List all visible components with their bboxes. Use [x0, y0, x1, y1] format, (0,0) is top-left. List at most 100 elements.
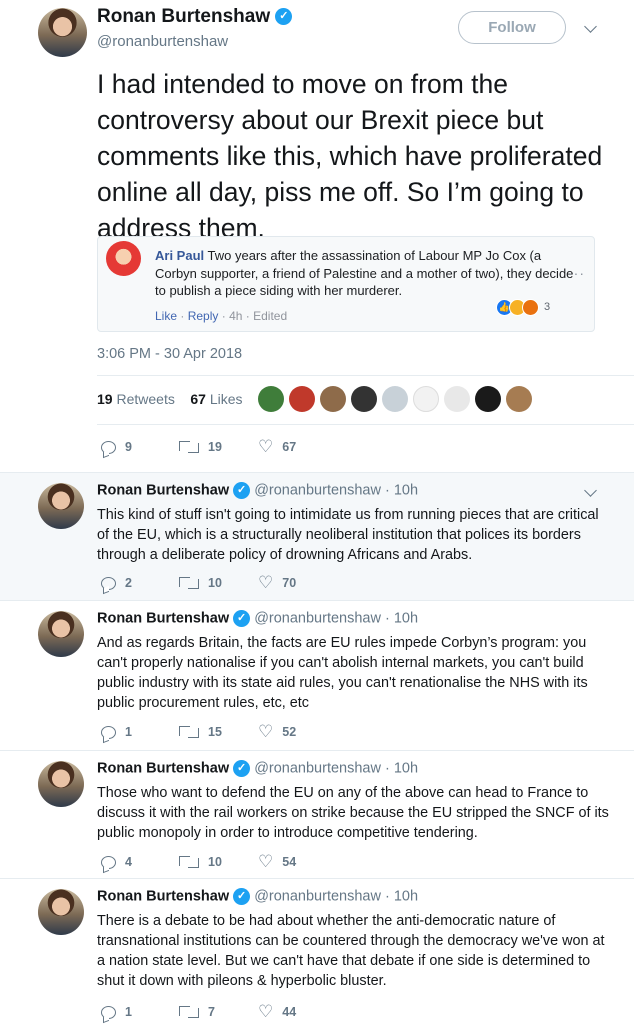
quoted-time: 4h — [229, 309, 243, 323]
reply-button[interactable]: 9 — [101, 440, 132, 454]
retweet-icon — [179, 856, 199, 868]
reply-header: Ronan Burtenshaw ✓ @ronanburtenshaw · 10… — [97, 482, 418, 499]
like-link[interactable]: Like — [155, 309, 177, 323]
liker-avatar[interactable] — [475, 386, 501, 412]
reply-button[interactable]: 2 — [101, 576, 132, 590]
reply-tweet[interactable]: Ronan Burtenshaw ✓ @ronanburtenshaw · 10… — [0, 878, 634, 1031]
verified-icon: ✓ — [275, 8, 293, 26]
reply-time[interactable]: · 10h — [385, 760, 418, 776]
author-handle[interactable]: @ronanburtenshaw — [254, 888, 381, 904]
reply-text: And as regards Britain, the facts are EU… — [97, 635, 588, 711]
avatar[interactable] — [38, 483, 84, 529]
liker-avatar[interactable] — [289, 386, 315, 412]
reply-time[interactable]: · 10h — [385, 888, 418, 904]
heart-icon: ♡ — [258, 573, 274, 592]
chevron-down-icon[interactable] — [584, 20, 597, 33]
author-handle[interactable]: @ronanburtenshaw — [97, 33, 228, 50]
reply-tweet[interactable]: Ronan Burtenshaw ✓ @ronanburtenshaw · 10… — [0, 600, 634, 750]
like-button[interactable]: ♡ 54 — [258, 852, 296, 871]
heart-icon: ♡ — [258, 1002, 274, 1021]
follow-button[interactable]: Follow — [458, 11, 566, 44]
quoted-author[interactable]: Ari Paul — [155, 248, 204, 263]
retweets-stat[interactable]: 19 Retweets — [97, 391, 175, 407]
chevron-down-icon[interactable] — [584, 484, 597, 497]
more-options-icon[interactable]: ··· — [568, 265, 585, 281]
like-button[interactable]: ♡ 52 — [258, 722, 296, 741]
reply-button[interactable]: 1 — [101, 725, 132, 739]
quoted-comment[interactable]: Ari Paul Two years after the assassinati… — [97, 236, 595, 332]
reaction-count: 3 — [544, 301, 551, 313]
heart-icon: ♡ — [258, 437, 274, 456]
reply-tweet[interactable]: Ronan Burtenshaw ✓ @ronanburtenshaw · 10… — [0, 472, 634, 600]
divider — [97, 375, 634, 376]
retweet-icon — [179, 441, 199, 453]
quoted-meta: Like · Reply · 4h · Edited — [155, 309, 288, 323]
verified-icon: ✓ — [233, 760, 251, 777]
author-name[interactable]: Ronan Burtenshaw — [97, 482, 229, 498]
reply-button[interactable]: 1 — [101, 1005, 132, 1019]
avatar[interactable] — [38, 761, 84, 807]
retweet-button[interactable]: 15 — [179, 725, 222, 739]
retweet-icon — [179, 1006, 199, 1018]
like-button[interactable]: ♡ 67 — [258, 437, 296, 456]
retweet-button[interactable]: 10 — [179, 576, 222, 590]
retweet-icon — [179, 726, 199, 738]
reply-time[interactable]: · 10h — [385, 610, 418, 626]
avatar[interactable] — [38, 8, 87, 57]
tweet-actions: 9 19 ♡ 67 — [101, 437, 401, 460]
reply-text: This kind of stuff isn't going to intimi… — [97, 507, 599, 563]
liker-avatar[interactable] — [382, 386, 408, 412]
author-name[interactable]: Ronan Burtenshaw — [97, 760, 229, 776]
author-name[interactable]: Ronan Burtenshaw — [97, 610, 229, 626]
tweet-actions: 1 7 ♡ 44 — [101, 1002, 401, 1025]
tweet-actions: 4 10 ♡ 54 — [101, 852, 401, 875]
liker-avatar[interactable] — [444, 386, 470, 412]
reply-text: Those who want to defend the EU on any o… — [97, 785, 609, 841]
author-name[interactable]: Ronan Burtenshaw ✓ — [97, 6, 293, 28]
author-handle[interactable]: @ronanburtenshaw — [254, 610, 381, 626]
tweet-actions: 1 15 ♡ 52 — [101, 722, 401, 745]
reply-icon — [101, 855, 116, 869]
reply-icon — [101, 440, 116, 454]
author-name[interactable]: Ronan Burtenshaw — [97, 888, 229, 904]
heart-icon: ♡ — [258, 852, 274, 871]
reply-button[interactable]: 4 — [101, 855, 132, 869]
avatar[interactable] — [106, 241, 141, 276]
liker-avatar[interactable] — [351, 386, 377, 412]
reply-header: Ronan Burtenshaw ✓ @ronanburtenshaw · 10… — [97, 888, 418, 905]
likes-stat[interactable]: 67 Likes — [190, 391, 242, 407]
reply-icon — [101, 576, 116, 590]
liker-avatar[interactable] — [258, 386, 284, 412]
verified-icon: ✓ — [233, 482, 251, 499]
author-handle[interactable]: @ronanburtenshaw — [254, 760, 381, 776]
reply-link[interactable]: Reply — [188, 309, 219, 323]
retweet-button[interactable]: 19 — [179, 440, 222, 454]
reply-time[interactable]: · 10h — [385, 482, 418, 498]
tweet-timestamp[interactable]: 3:06 PM - 30 Apr 2018 — [97, 346, 242, 362]
like-button[interactable]: ♡ 44 — [258, 1002, 296, 1021]
reply-text: There is a debate to be had about whethe… — [97, 913, 605, 989]
avatar[interactable] — [38, 889, 84, 935]
reply-header: Ronan Burtenshaw ✓ @ronanburtenshaw · 10… — [97, 760, 418, 777]
retweet-button[interactable]: 10 — [179, 855, 222, 869]
reply-icon — [101, 725, 116, 739]
tweet-actions: 2 10 ♡ 70 — [101, 573, 401, 596]
reply-tweet[interactable]: Ronan Burtenshaw ✓ @ronanburtenshaw · 10… — [0, 750, 634, 878]
angry-reaction-icon — [522, 299, 539, 316]
heart-icon: ♡ — [258, 722, 274, 741]
retweet-button[interactable]: 7 — [179, 1005, 215, 1019]
author-handle[interactable]: @ronanburtenshaw — [254, 482, 381, 498]
verified-icon: ✓ — [233, 888, 251, 905]
edited-label: Edited — [253, 309, 288, 323]
liker-avatar[interactable] — [413, 386, 439, 412]
main-tweet: Ronan Burtenshaw ✓ @ronanburtenshaw Foll… — [0, 0, 634, 472]
divider — [97, 424, 634, 425]
verified-icon: ✓ — [233, 610, 251, 627]
tweet-text: I had intended to move on from the contr… — [97, 69, 603, 243]
quoted-text: Ari Paul Two years after the assassinati… — [155, 248, 574, 298]
like-button[interactable]: ♡ 70 — [258, 573, 296, 592]
liker-avatar[interactable] — [506, 386, 532, 412]
retweet-icon — [179, 577, 199, 589]
liker-avatar[interactable] — [320, 386, 346, 412]
avatar[interactable] — [38, 611, 84, 657]
